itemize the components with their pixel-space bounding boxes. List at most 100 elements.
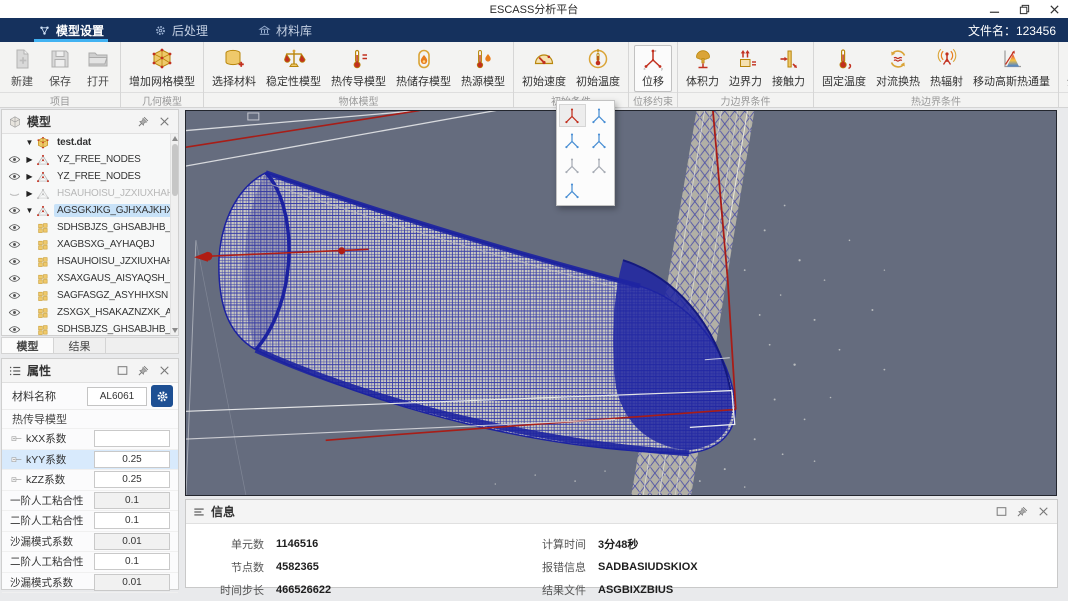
tab-tab-post[interactable]: 后处理 xyxy=(142,18,220,42)
tree-row[interactable]: SDHSBJZS_GHSABJHB_ZAHU xyxy=(2,219,170,236)
panel-tab[interactable]: 模型 xyxy=(2,338,54,353)
property-input[interactable] xyxy=(94,574,170,591)
grid-icon xyxy=(36,306,50,320)
scrollbar-thumb[interactable] xyxy=(172,144,178,196)
tree-row[interactable]: ▼AGSGKJKG_GJHXAJKHXA xyxy=(2,202,170,219)
tree-row[interactable]: ▶YZ_FREE_NODES xyxy=(2,151,170,168)
tree-row[interactable]: ▼test.dat xyxy=(2,134,170,151)
tab-tab-material[interactable]: 材料库 xyxy=(246,18,324,42)
eye-open-icon[interactable] xyxy=(8,306,21,319)
close-button[interactable] xyxy=(1046,2,1062,16)
tree-row[interactable]: XAGBSXG_AYHAQBJ xyxy=(2,236,170,253)
restore-button[interactable] xyxy=(1016,2,1032,16)
constraint-xyz-6[interactable] xyxy=(559,179,586,202)
eye-closed-icon[interactable] xyxy=(8,187,21,200)
toolbar-button[interactable]: 热源模型 xyxy=(456,45,510,92)
toolbar-button[interactable]: 增加网格模型 xyxy=(124,45,200,92)
toolbar-group-label: 项目 xyxy=(0,92,120,107)
toolbar-button[interactable]: 初始温度 xyxy=(571,45,625,92)
scroll-up-icon[interactable] xyxy=(172,136,178,141)
toolbar-button[interactable]: 打开 xyxy=(79,45,117,92)
property-input[interactable] xyxy=(94,553,170,570)
toolbar-button[interactable]: 体积力 xyxy=(681,45,724,92)
property-input[interactable] xyxy=(94,512,170,529)
toolbar-button[interactable]: 选择材料 xyxy=(207,45,261,92)
maximize-icon[interactable] xyxy=(995,505,1009,519)
expander-icon[interactable]: ▶ xyxy=(25,155,34,164)
maximize-icon[interactable] xyxy=(116,364,130,378)
toolbar-button[interactable]: 对流换热 xyxy=(871,45,925,92)
close-icon[interactable] xyxy=(158,364,172,378)
expander-icon[interactable]: ▼ xyxy=(25,138,34,147)
constraint-xyz-3[interactable] xyxy=(586,129,613,152)
expander-icon[interactable]: ▼ xyxy=(25,206,34,215)
tab-tab-model[interactable]: 模型设置 xyxy=(26,18,116,42)
close-icon[interactable] xyxy=(158,115,172,129)
constraint-xyz-2[interactable] xyxy=(559,129,586,152)
eye-open-icon[interactable] xyxy=(8,204,21,217)
eye-open-icon[interactable] xyxy=(8,323,21,335)
property-input[interactable] xyxy=(94,492,170,509)
toolbar-button-label: 边界力 xyxy=(729,73,762,89)
toolbar-button[interactable]: 移动高斯热通量 xyxy=(968,45,1055,92)
eye-open-icon[interactable] xyxy=(8,221,21,234)
property-label: kZZ系数 xyxy=(26,472,94,487)
toolbar-button[interactable]: 初始速度 xyxy=(517,45,571,92)
toolbar-button[interactable]: 新建 xyxy=(3,45,41,92)
material-settings-button[interactable] xyxy=(151,385,173,407)
toolbar-button-label: 热源模型 xyxy=(461,73,505,89)
toolbar-button[interactable]: 保存 xyxy=(41,45,79,92)
eye-open-icon[interactable] xyxy=(8,255,21,268)
eye-open-icon[interactable] xyxy=(8,238,21,251)
expander-icon[interactable]: ▶ xyxy=(25,172,34,181)
constraint-xyz-all[interactable] xyxy=(559,104,586,127)
expander-icon[interactable]: ▶ xyxy=(25,189,34,198)
property-input[interactable] xyxy=(94,430,170,447)
toolbar-button[interactable]: 热传导模型 xyxy=(326,45,391,92)
toolbar-button[interactable]: zxy位移 xyxy=(634,45,672,92)
constraint-xyz-4[interactable] xyxy=(559,154,586,177)
info-row: 单元数1146516计算时间3分48秒 xyxy=(186,532,1057,555)
tree-item-label: HSAUHOISU_JZXIUXHAHX xyxy=(54,187,170,200)
property-input[interactable] xyxy=(94,533,170,550)
close-icon[interactable] xyxy=(1037,505,1051,519)
tree-item-label: ZSXGX_HSAKAZNZXK_AHASX xyxy=(54,306,170,319)
node-icon xyxy=(10,473,23,486)
3d-viewport[interactable] xyxy=(185,110,1057,496)
property-input[interactable] xyxy=(94,451,170,468)
model-panel: 模型 ▼test.dat▶YZ_FREE_NODES▶YZ_FREE_NODES… xyxy=(1,109,179,336)
pin-icon[interactable] xyxy=(1016,505,1030,519)
toolbar-button[interactable]: 全局设置 xyxy=(1062,45,1068,92)
toolbar-button[interactable]: 边界力 xyxy=(724,45,767,92)
eye-open-icon[interactable] xyxy=(8,153,21,166)
constraint-xyz-1[interactable] xyxy=(586,104,613,127)
eye-open-icon[interactable] xyxy=(8,289,21,302)
pin-icon[interactable] xyxy=(137,364,151,378)
contact-force-icon xyxy=(776,47,802,72)
scroll-down-icon[interactable] xyxy=(172,328,178,333)
material-name-input[interactable] xyxy=(87,387,147,406)
toolbar-button[interactable]: 稳定性模型 xyxy=(261,45,326,92)
toolbar-button[interactable]: 热储存模型 xyxy=(391,45,456,92)
minimize-button[interactable] xyxy=(986,2,1002,16)
constraint-xyz-5[interactable] xyxy=(586,154,613,177)
pin-icon[interactable] xyxy=(137,115,151,129)
toolbar-button-label: 热储存模型 xyxy=(396,73,451,89)
toolbar-button[interactable]: 固定温度 xyxy=(817,45,871,92)
eye-open-icon[interactable] xyxy=(8,272,21,285)
tree-row[interactable]: XSAXGAUS_AISYAQSH_ASHX xyxy=(2,270,170,287)
tree-row[interactable]: ZSXGX_HSAKAZNZXK_AHASX xyxy=(2,304,170,321)
tree-row[interactable]: SAGFASGZ_ASYHHXSN xyxy=(2,287,170,304)
tree-scrollbar[interactable] xyxy=(170,134,178,335)
tree-row[interactable]: ▶ HSAUHOISU_JZXIUXHAHX xyxy=(2,185,170,202)
tree-row[interactable]: ▶YZ_FREE_NODES xyxy=(2,168,170,185)
tree-row[interactable]: HSAUHOISU_JZXIUXHAHX xyxy=(2,253,170,270)
property-input[interactable] xyxy=(94,471,170,488)
toolbar-group-buttons: 体积力边界力接触力 xyxy=(678,42,813,92)
toolbar-button[interactable]: 热辐射 xyxy=(925,45,968,92)
tree-row[interactable]: SDHSBJZS_GHSABJHB_ZAHU xyxy=(2,321,170,335)
toolbar-button[interactable]: 接触力 xyxy=(767,45,810,92)
panel-tab[interactable]: 结果 xyxy=(54,338,106,353)
eye-open-icon[interactable] xyxy=(8,170,21,183)
model-tree: ▼test.dat▶YZ_FREE_NODES▶YZ_FREE_NODES▶HS… xyxy=(2,134,170,335)
